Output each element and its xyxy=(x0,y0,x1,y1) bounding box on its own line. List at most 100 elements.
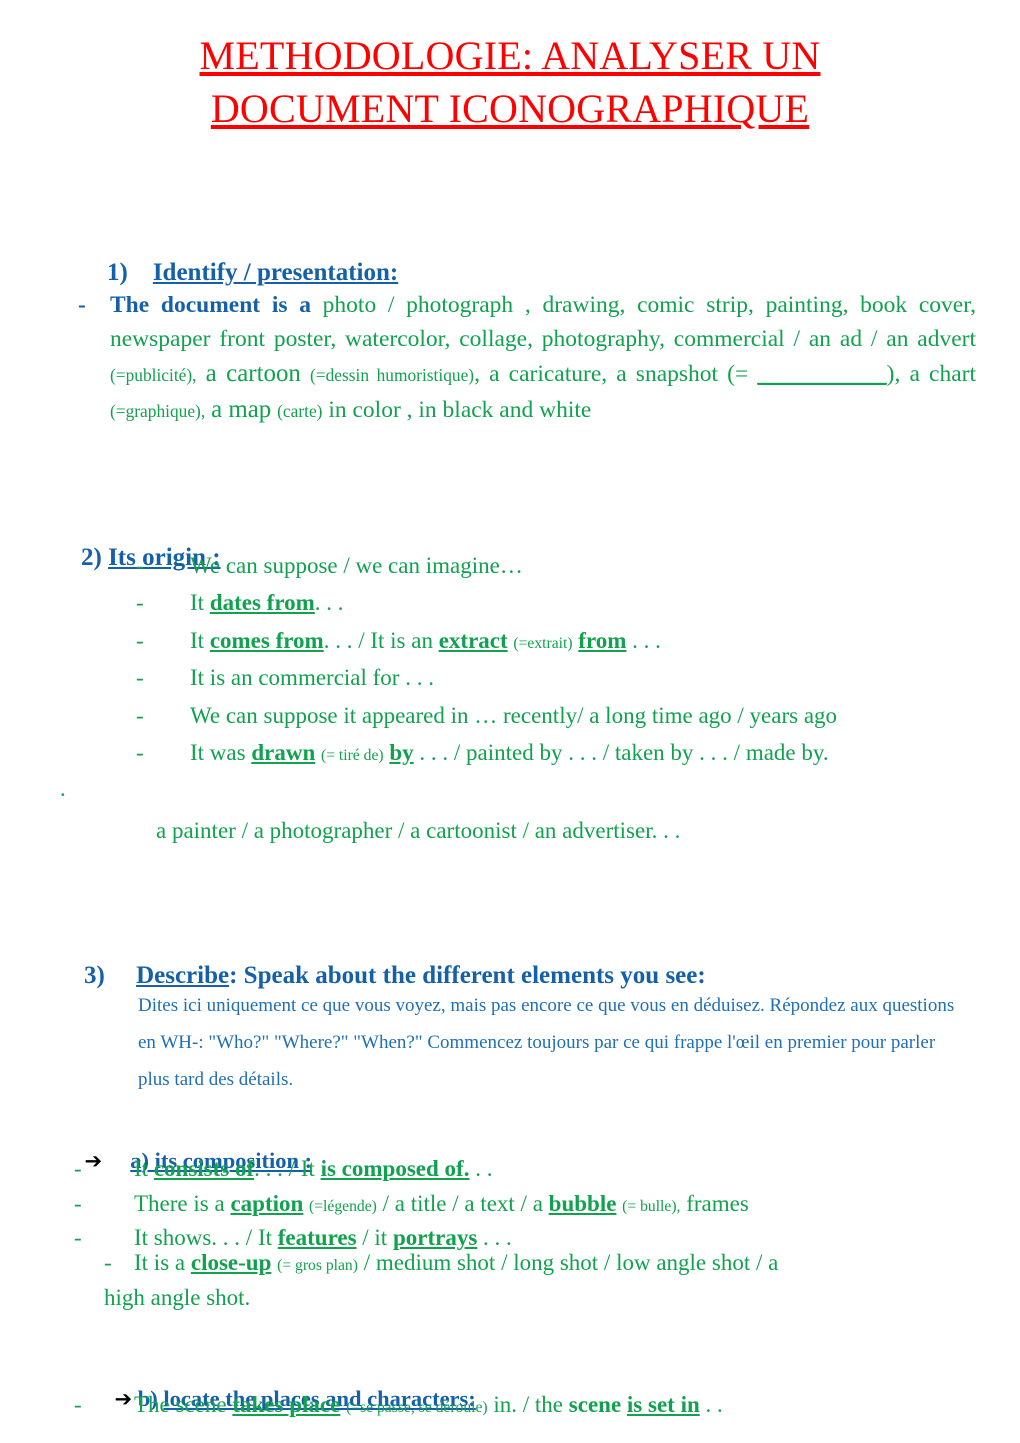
text-run: scene xyxy=(568,1392,622,1417)
list-bullet: - xyxy=(74,1156,82,1181)
section-1-title: Identify / presentation: xyxy=(152,259,399,286)
section-1-gloss-chart: (=graphique), xyxy=(110,402,206,422)
section-3-title: Describe xyxy=(136,962,230,989)
text-run: drawn xyxy=(251,740,316,766)
text-run: . . . / It xyxy=(254,1156,321,1181)
text-run: is composed of. xyxy=(320,1156,470,1181)
section-1-options-run-2: , a caricature, a snapshot (= xyxy=(474,361,749,388)
section-2-list: - We can suppose / we can imagine… - It dat… xyxy=(56,547,984,772)
text-run: takes place xyxy=(232,1392,341,1417)
text-run: . . . xyxy=(626,627,661,653)
subsection-a-closeup-item: - It is a close-up (= gros plan) / mediu… xyxy=(56,1246,956,1315)
list-bullet: - xyxy=(136,702,144,728)
subsection-b-item-text: The scene takes place (=se passe, se dér… xyxy=(56,1388,984,1421)
section-1-options-run-4: in color , in black and white xyxy=(328,397,592,424)
section-2-orphan-dot: . xyxy=(60,776,66,801)
list-item-text: It dates from. . . xyxy=(56,584,984,621)
text-run: caption xyxy=(230,1190,304,1216)
list-bullet: - xyxy=(136,590,144,616)
text-run: It was xyxy=(190,740,252,766)
list-item: - We can suppose it appeared in … recentl… xyxy=(56,697,984,734)
title-line-1: METHODOLOGIE: ANALYSER UN xyxy=(199,33,821,78)
section-1-options-run-3: ), a chart xyxy=(886,361,976,388)
section-3-number: 3) xyxy=(84,962,105,989)
list-bullet: - xyxy=(136,627,144,653)
text-run: comes from xyxy=(209,627,324,653)
list-item: - It dates from. . . xyxy=(56,584,984,621)
section-1-gloss-map: (carte) xyxy=(277,402,323,422)
list-item: - It was drawn (= tiré de) by . . . / pai… xyxy=(56,734,984,771)
list-bullet: - xyxy=(136,665,144,691)
text-run: in. / the xyxy=(487,1392,569,1417)
text-run: consists of xyxy=(153,1156,255,1181)
text-run: There is a xyxy=(134,1190,231,1216)
section-1-gloss-cartoon: (=dessin humoristique) xyxy=(309,366,475,386)
list-item-text: It is an commercial for . . . xyxy=(56,659,984,696)
text-run: extract xyxy=(438,627,508,653)
list-bullet: - xyxy=(104,1250,112,1275)
closeup-continuation: high angle shot. xyxy=(104,1284,251,1310)
text-run: It xyxy=(190,590,210,616)
list-item-text: There is a caption (=légende) / a title … xyxy=(56,1187,984,1222)
list-item: - It consists of. . . / It is composed of… xyxy=(56,1152,984,1187)
list-bullet: - xyxy=(74,1190,82,1216)
text-run: frames xyxy=(680,1190,749,1216)
text-run: We can suppose it appeared in … recently… xyxy=(190,702,838,728)
text-run: . . . xyxy=(314,590,344,616)
section-1-bullet: - xyxy=(78,292,86,318)
text-run: bubble xyxy=(548,1190,617,1216)
section-1-option-cartoon: a cartoon xyxy=(205,360,301,388)
list-item: - There is a caption (=légende) / a title… xyxy=(56,1187,984,1222)
section-1-paragraph: - The document is a photo / photograph ,… xyxy=(78,288,976,428)
text-run: close-up xyxy=(190,1250,272,1275)
text-run: . . xyxy=(469,1156,493,1181)
text-run: by xyxy=(389,740,414,766)
text-run: We can suppose / we can imagine… xyxy=(190,553,523,578)
text-run: It is an commercial for . . . xyxy=(190,665,434,691)
list-item-text: It comes from. . . / It is an extract (=… xyxy=(56,622,984,659)
section-1-option-map: a map xyxy=(211,396,272,424)
section-1-gloss-publicite: (=publicité), xyxy=(110,366,197,386)
text-run: (=extrait) xyxy=(513,634,573,652)
text-run: (= gros plan) xyxy=(277,1257,358,1274)
text-run: from xyxy=(578,627,627,653)
text-run: (= tiré de) xyxy=(320,747,384,765)
section-1-lead: The document is a xyxy=(110,292,311,318)
page-title: METHODOLOGIE: ANALYSER UN DOCUMENT ICONO… xyxy=(0,0,1020,136)
text-run: It xyxy=(134,1156,154,1181)
text-run: . . . / It is an xyxy=(323,627,439,653)
subsection-a-list: - It consists of. . . / It is composed of… xyxy=(56,1152,984,1256)
text-run: It xyxy=(190,627,210,653)
text-run: (= bulle), xyxy=(622,1197,681,1215)
text-run: . . xyxy=(699,1392,723,1417)
text-run: It is a xyxy=(134,1250,191,1275)
section-1-number: 1) xyxy=(107,259,128,286)
text-run: / medium shot / long shot / low angle sh… xyxy=(357,1250,779,1275)
section-3-title-rest: : Speak about the different elements you… xyxy=(229,962,706,989)
list-item: - It is an commercial for . . . xyxy=(56,659,984,696)
document-page: METHODOLOGIE: ANALYSER UN DOCUMENT ICONO… xyxy=(0,0,1020,1443)
list-bullet: - xyxy=(136,740,144,766)
text-run: The scene xyxy=(134,1392,233,1417)
subsection-b-item: - The scene takes place (=se passe, se d… xyxy=(56,1388,984,1421)
list-bullet: - xyxy=(74,1392,82,1417)
list-item-text: It was drawn (= tiré de) by . . . / pain… xyxy=(56,734,984,771)
list-item-text: We can suppose it appeared in … recently… xyxy=(56,697,984,734)
list-item: - We can suppose / we can imagine… xyxy=(56,547,984,584)
list-item-text: We can suppose / we can imagine… xyxy=(56,547,984,584)
text-run: (=se passe, se déroule) xyxy=(346,1399,488,1416)
text-run: dates from xyxy=(209,590,315,616)
section-1-blank-field[interactable]: ___________ xyxy=(757,361,886,387)
text-run: (=légende) xyxy=(309,1197,377,1215)
text-run: . . . / painted by . . . / taken by . . … xyxy=(413,740,829,766)
closeup-text: It is a close-up (= gros plan) / medium … xyxy=(56,1246,956,1281)
list-item: - It comes from. . . / It is an extract … xyxy=(56,622,984,659)
section-1-body: The document is a photo / photograph , d… xyxy=(78,288,976,428)
list-item-text: It consists of. . . / It is composed of.… xyxy=(56,1152,984,1187)
text-run: / a title / a text / a xyxy=(376,1190,549,1216)
text-run: is set in xyxy=(626,1392,700,1417)
section-2-painters-line: . a painter / a photographer / a cartoon… xyxy=(60,776,681,847)
section-3-french-note: Dites ici uniquement ce que vous voyez, … xyxy=(138,995,955,1091)
section-2-painters-text: a painter / a photographer / a cartoonis… xyxy=(156,818,681,843)
list-bullet: - xyxy=(136,553,144,578)
